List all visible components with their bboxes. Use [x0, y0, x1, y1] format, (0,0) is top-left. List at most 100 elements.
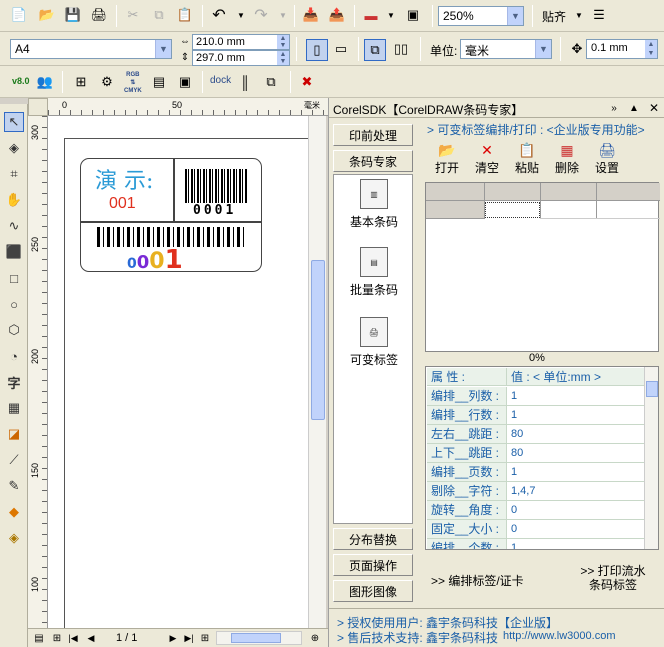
image-export-icon[interactable]: ▣ [176, 73, 194, 91]
page-height-field[interactable]: 297.0 mm ▲ ▼ [192, 50, 290, 66]
eyedropper-tool-icon[interactable]: ⟋ [4, 450, 24, 470]
chevron-down-icon[interactable]: ▼ [155, 40, 171, 58]
zoom-icon[interactable]: ⊕ [306, 629, 324, 647]
property-value[interactable]: 1 [507, 387, 645, 405]
property-value[interactable]: 1 [507, 539, 645, 549]
zoom-level-select[interactable]: 250% ▼ [438, 6, 524, 26]
pan-tool-icon[interactable]: ✋ [4, 190, 24, 210]
nav-distribute-replace[interactable]: 分布替换 [333, 528, 413, 550]
add-page-after-icon[interactable]: ⊞ [196, 629, 214, 647]
basic-barcode-button[interactable]: ▥ 基本条码 [334, 179, 414, 230]
rectangle-tool-icon[interactable]: □ [4, 268, 24, 288]
chevron-down-icon[interactable]: ▼ [507, 7, 523, 25]
undo-icon[interactable]: ↶ [210, 6, 228, 24]
scrollbar-thumb[interactable] [231, 633, 281, 643]
ruler-corner[interactable] [28, 98, 48, 116]
nudge-field[interactable]: 0.1 mm ▲ ▼ [586, 39, 658, 59]
property-row[interactable]: 上下__跳距 :80 [427, 444, 645, 463]
undo-dropdown-icon[interactable]: ▼ [232, 6, 250, 24]
property-row[interactable]: 剔除__字符 :1,4,7 [427, 482, 645, 501]
portrait-icon[interactable]: ▯ [306, 39, 328, 61]
property-scrollbar[interactable] [644, 367, 658, 549]
pick-tool-icon[interactable]: ↖ [4, 112, 24, 132]
property-row[interactable]: 编排__个数 :1 [427, 539, 645, 549]
paper-size-select[interactable]: A4 ▼ [10, 39, 172, 59]
redo-dropdown-icon[interactable]: ▼ [274, 6, 292, 24]
paste-button[interactable]: 📋 粘贴 [513, 142, 541, 176]
open-button[interactable]: 📂 打开 [433, 142, 461, 176]
interactive-fill-icon[interactable]: ◈ [4, 528, 24, 548]
delete-icon[interactable]: ✖ [298, 73, 316, 91]
print-icon[interactable]: 🖨 [90, 6, 108, 24]
fill-tool-icon[interactable]: ◆ [4, 502, 24, 522]
current-page-icon[interactable]: ▯▯ [392, 40, 410, 58]
blend-tool-icon[interactable]: ◪ [4, 424, 24, 444]
welcome-screen-icon[interactable]: ▣ [404, 6, 422, 24]
page-width-field[interactable]: 210.0 mm ▲ ▼ [192, 34, 290, 50]
snap-to-button[interactable]: 贴齐 [542, 8, 566, 25]
image-convert-icon[interactable]: ▤ [150, 73, 168, 91]
all-pages-icon[interactable]: ⧉ [364, 39, 386, 61]
color-wheel-icon[interactable]: ⚙ [98, 73, 116, 91]
nav-graphics-images[interactable]: 图形图像 [333, 580, 413, 602]
scrollbar-thumb[interactable] [646, 381, 658, 397]
expand-arrows-icon[interactable]: » [605, 99, 623, 117]
data-grid[interactable] [425, 182, 660, 352]
basic-shapes-icon[interactable]: ◔ [4, 346, 24, 366]
paste-icon[interactable]: 📋 [176, 6, 194, 24]
horizontal-scrollbar[interactable] [216, 631, 302, 645]
export-icon[interactable]: 📤 [328, 6, 346, 24]
units-select[interactable]: 毫米 ▼ [460, 39, 552, 59]
vertical-scrollbar[interactable] [308, 116, 326, 628]
property-row[interactable]: 旋转__角度 :0 [427, 501, 645, 520]
users-icon[interactable]: 👥 [36, 73, 54, 91]
redo-icon[interactable]: ↷ [252, 6, 270, 24]
height-spinner[interactable]: ▲ ▼ [277, 51, 289, 65]
import-icon[interactable]: 📥 [302, 6, 320, 24]
table-tool-icon[interactable]: ▦ [4, 398, 24, 418]
nav-page-operations[interactable]: 页面操作 [333, 554, 413, 576]
property-row[interactable]: 编排__行数 :1 [427, 406, 645, 425]
options-icon[interactable]: ☰ [590, 6, 608, 24]
property-row[interactable]: 固定__大小 :0 [427, 520, 645, 539]
rgb-cmyk-icon[interactable]: RGB ⇅ CMYK [124, 71, 142, 95]
clear-button[interactable]: ✕ 清空 [473, 142, 501, 176]
nudge-spinner[interactable]: ▲ ▼ [645, 40, 657, 58]
variable-label-button[interactable]: 🖨 可变标签 [334, 317, 414, 368]
collapse-icon[interactable]: ▲ [625, 99, 643, 117]
vertical-ruler[interactable]: 300 250 200 150 100 [28, 116, 48, 628]
prev-page-icon[interactable]: ◀ [82, 629, 100, 647]
property-value[interactable]: 1 [507, 463, 645, 481]
snap-dropdown-icon[interactable]: ▼ [570, 6, 588, 24]
horizontal-ruler[interactable]: 0 50 毫米 [48, 98, 328, 116]
grid-cell[interactable] [485, 202, 540, 218]
crop-tool-icon[interactable]: ⌗ [4, 164, 24, 184]
text-tool-icon[interactable]: 字 [4, 372, 24, 392]
smart-fill-icon[interactable]: ⬛ [4, 242, 24, 262]
arrange-labels-button[interactable]: >> 编排标签/证卡 [431, 572, 524, 589]
print-serial-button[interactable]: >> 打印流水 条码标签 [573, 564, 653, 592]
polygon-tool-icon[interactable]: ⬡ [4, 320, 24, 340]
property-row[interactable]: 左右__跳距 :80 [427, 425, 645, 444]
new-document-icon[interactable]: 📄 [10, 6, 28, 24]
property-value[interactable]: 80 [507, 444, 645, 462]
property-grid[interactable]: 属 性 : 值 : < 单位:mm > 编排__列数 :1 编排__行数 :1 … [425, 366, 659, 550]
document-navigator-icon[interactable]: ▤ [30, 629, 48, 647]
nav-barcode-expert[interactable]: 条码专家 [333, 150, 413, 172]
settings-button[interactable]: 🖨 设置 [593, 142, 621, 176]
support-url[interactable]: http://www.lw3000.com [503, 630, 616, 642]
nav-prepress[interactable]: 印前处理 [333, 124, 413, 146]
open-folder-icon[interactable]: 📂 [38, 6, 56, 24]
first-page-icon[interactable]: |◀ [64, 629, 82, 647]
barcode-icon[interactable]: ║ [236, 73, 254, 91]
layers-icon[interactable]: ⧉ [262, 73, 280, 91]
landscape-icon[interactable]: ▭ [332, 40, 350, 58]
property-row[interactable]: 编排__列数 :1 [427, 387, 645, 406]
label-design[interactable]: 演 示: 001 0001 0001 [80, 158, 262, 272]
property-value[interactable]: 1 [507, 406, 645, 424]
property-value[interactable]: 0 [507, 520, 645, 538]
property-value[interactable]: 80 [507, 425, 645, 443]
drawing-canvas[interactable]: 演 示: 001 0001 0001 [48, 116, 312, 638]
application-launcher-icon[interactable]: ▬ [362, 6, 380, 24]
launcher-dropdown-icon[interactable]: ▼ [382, 6, 400, 24]
